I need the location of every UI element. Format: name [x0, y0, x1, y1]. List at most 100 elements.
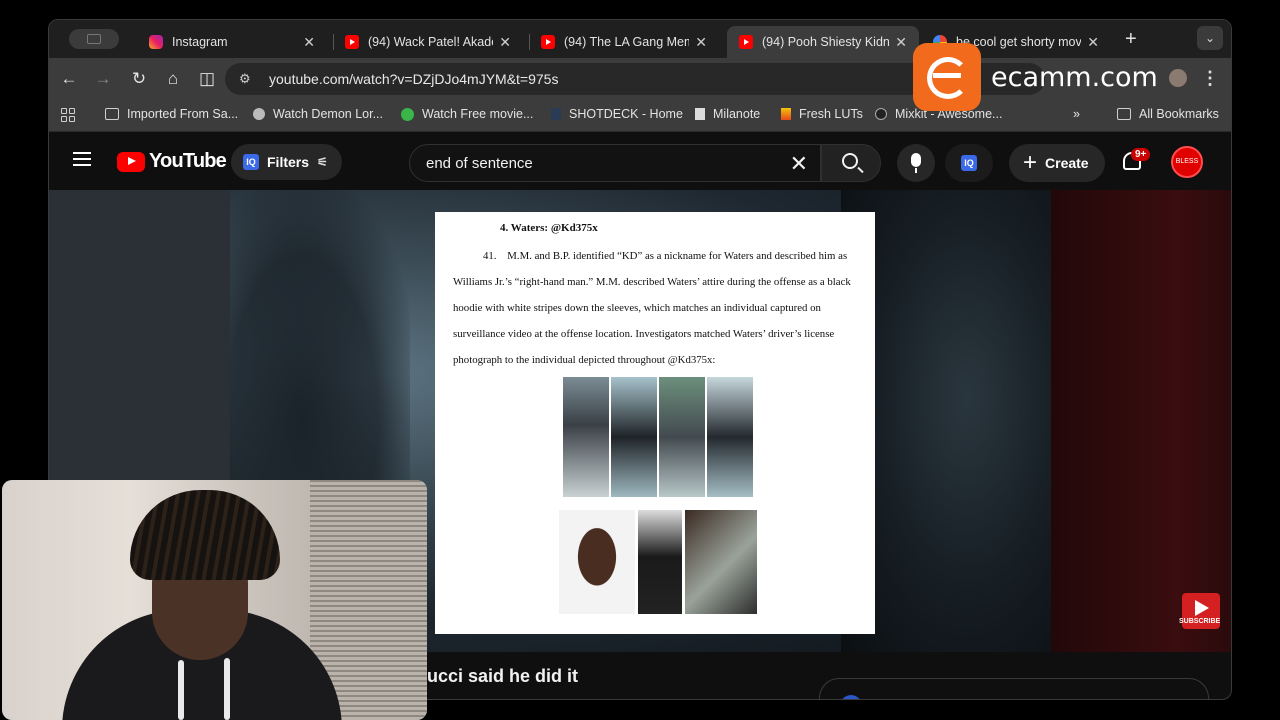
- clear-search-icon[interactable]: ✕: [790, 151, 808, 177]
- tab-search-button[interactable]: ⌄: [1197, 26, 1223, 50]
- sliders-icon: ⚟: [317, 155, 328, 169]
- bookmark-label: SHOTDECK - Home: [569, 107, 683, 121]
- chevron-down-icon: ⌄: [1204, 31, 1216, 45]
- channel-avatar: [840, 695, 862, 699]
- search-button[interactable]: [821, 144, 881, 182]
- subscribe-watermark-label: SUBSCRIBE: [1179, 618, 1221, 625]
- search-input[interactable]: end of sentence ✕: [409, 144, 821, 182]
- plus-icon: +: [1023, 149, 1038, 176]
- bookmark-label: Milanote: [713, 107, 761, 121]
- document-heading: 4. Waters: @Kd375x: [500, 222, 598, 234]
- document-paragraph: 41. M.M. and B.P. identified “KD” as a n…: [453, 243, 859, 373]
- paragraph-text: M.M. and B.P. identified “KD” as a nickn…: [453, 250, 851, 366]
- youtube-icon: [345, 35, 359, 49]
- ecamm-watermark: ecamm.com: [913, 43, 1187, 111]
- surveillance-photo: [659, 377, 705, 497]
- create-label: Create: [1045, 155, 1089, 171]
- close-icon[interactable]: ✕: [695, 34, 707, 51]
- bookmark-item[interactable]: SHOTDECK - Home: [551, 107, 683, 121]
- forward-button[interactable]: →: [91, 67, 115, 91]
- close-icon[interactable]: ✕: [499, 34, 511, 51]
- hoodie-string: [224, 658, 230, 720]
- menu-icon[interactable]: ⋮: [1201, 68, 1219, 89]
- bookmark-label: Fresh LUTs: [799, 107, 863, 121]
- create-button[interactable]: + Create: [1009, 144, 1105, 182]
- youtube-wordmark: YouTube: [149, 150, 227, 172]
- hair: [130, 490, 280, 580]
- milanote-icon: [695, 108, 705, 120]
- microphone-icon: [911, 153, 921, 167]
- bookmark-label: Imported From Sa...: [127, 107, 239, 121]
- hamburger-menu-icon[interactable]: [73, 152, 91, 166]
- site-icon: [253, 108, 265, 120]
- tab-youtube-active[interactable]: (94) Pooh Shiesty Kidn ✕: [727, 26, 919, 58]
- social-photo: [638, 510, 682, 614]
- page-background-right: [1051, 190, 1231, 652]
- tab-title: (94) Pooh Shiesty Kidn: [762, 35, 890, 49]
- search-icon: [842, 153, 858, 169]
- arrow-right-icon: →: [94, 69, 112, 88]
- flame-icon: [781, 108, 791, 120]
- bookmark-label: Watch Free movie...: [422, 107, 534, 121]
- instagram-icon: [149, 35, 163, 49]
- tab-title: (94) Wack Patel! Akade: [368, 35, 494, 49]
- tab-instagram[interactable]: Instagram ✕: [137, 26, 327, 58]
- apps-icon[interactable]: [61, 108, 75, 122]
- iq-icon: IQ: [961, 155, 977, 171]
- youtube-header: YouTube IQ Filters ⚟ end of sentence ✕ I…: [49, 133, 1231, 190]
- bookmark-item[interactable]: Watch Demon Lor...: [253, 107, 383, 121]
- filters-label: Filters: [267, 154, 310, 170]
- reload-button[interactable]: ↻: [127, 67, 151, 91]
- side-panel-button[interactable]: ◫: [195, 67, 219, 91]
- iq-extension-button[interactable]: IQ: [945, 144, 993, 182]
- tab-youtube-2[interactable]: (94) The LA Gang Mem ✕: [529, 26, 719, 58]
- surveillance-photo: [611, 377, 657, 497]
- youtube-logo[interactable]: YouTube: [117, 150, 227, 173]
- bookmark-label: Watch Demon Lor...: [273, 107, 383, 121]
- iq-icon: IQ: [243, 154, 259, 170]
- screen: Instagram ✕ (94) Wack Patel! Akade ✕ (94…: [0, 0, 1280, 720]
- bookmark-item[interactable]: Watch Free movie...: [401, 107, 533, 121]
- search-query: end of sentence: [426, 155, 533, 172]
- site-info-icon[interactable]: ⚙: [239, 71, 251, 87]
- paragraph-number: 41.: [483, 250, 497, 262]
- home-icon: ⌂: [167, 69, 179, 88]
- play-icon: [401, 107, 414, 121]
- bookmark-item[interactable]: Imported From Sa...: [105, 107, 238, 121]
- url-text: youtube.com/watch?v=DZjDJo4mJYM&t=975s: [269, 71, 559, 87]
- window-switcher[interactable]: [69, 29, 119, 49]
- court-document-overlay: 4. Waters: @Kd375x 41. M.M. and B.P. ide…: [435, 212, 875, 634]
- channel-row[interactable]: [819, 678, 1209, 699]
- tab-title: (94) The LA Gang Mem: [564, 35, 690, 49]
- webcam-overlay: [2, 480, 427, 720]
- close-icon[interactable]: ✕: [895, 34, 907, 51]
- tab-title: Instagram: [172, 35, 228, 49]
- hoodie-string: [178, 660, 184, 720]
- tab-youtube-1[interactable]: (94) Wack Patel! Akade ✕: [333, 26, 523, 58]
- surveillance-photo: [563, 377, 609, 497]
- side-panel-icon: ◫: [198, 69, 216, 88]
- youtube-icon: [739, 35, 753, 49]
- social-photo: [685, 510, 757, 614]
- close-icon[interactable]: ✕: [303, 34, 315, 51]
- bookmark-item[interactable]: Fresh LUTs: [781, 107, 863, 121]
- notification-badge: 9+: [1131, 148, 1151, 161]
- arrow-left-icon: ←: [60, 69, 78, 88]
- back-button[interactable]: ←: [57, 67, 81, 91]
- ecamm-logo-icon: [913, 43, 981, 111]
- shotdeck-icon: [551, 108, 561, 120]
- video-title: ucci said he did it: [427, 666, 579, 686]
- youtube-icon: [541, 35, 555, 49]
- youtube-play-icon: [117, 151, 145, 172]
- bookmark-item[interactable]: Milanote: [695, 107, 760, 121]
- folder-icon: [105, 108, 119, 120]
- surveillance-photos: [563, 377, 753, 497]
- window-icon: [87, 34, 101, 44]
- voice-search-button[interactable]: [897, 144, 935, 182]
- avatar[interactable]: BLESS: [1171, 146, 1203, 178]
- ecamm-brand-text: ecamm.com: [991, 61, 1158, 93]
- home-button[interactable]: ⌂: [161, 67, 185, 91]
- reload-icon: ↻: [131, 69, 147, 88]
- profile-avatar[interactable]: [1169, 69, 1187, 87]
- filters-button[interactable]: IQ Filters ⚟: [231, 144, 342, 180]
